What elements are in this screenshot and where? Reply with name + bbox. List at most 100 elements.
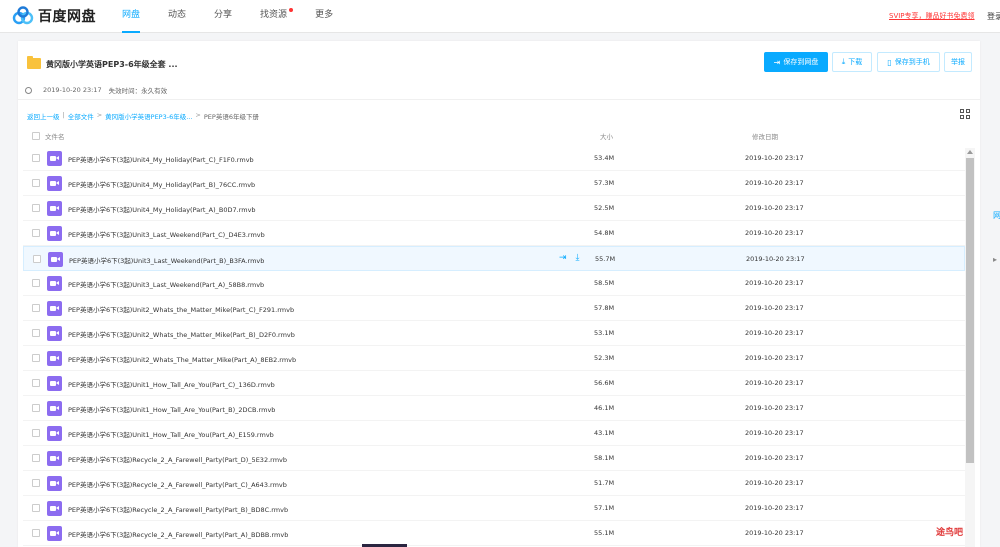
scrollbar-thumb[interactable]: [966, 158, 974, 463]
row-checkbox[interactable]: [32, 154, 40, 162]
svip-promo-link[interactable]: SVIP专享，赚品好书免费领: [889, 11, 975, 21]
table-row[interactable]: PEP英语小学6下(3起)Recycle_2_A_Farewell_Party(…: [23, 496, 965, 521]
file-name[interactable]: PEP英语小学6下(3起)Recycle_2_A_Farewell_Party(…: [68, 504, 288, 514]
table-row[interactable]: PEP英语小学6下(3起)Unit1_How_Tall_Are_You(Part…: [23, 396, 965, 421]
grid-view-icon[interactable]: [960, 109, 970, 119]
file-size: 58.5M: [594, 279, 615, 287]
video-file-icon: [47, 451, 62, 466]
file-name[interactable]: PEP英语小学6下(3起)Unit2_Whats_the_Matter_Mike…: [68, 304, 294, 314]
download-button-label: 下载: [848, 58, 863, 66]
file-name[interactable]: PEP英语小学6下(3起)Unit2_Whats_The_Matter_Mike…: [68, 354, 296, 364]
watermark-logo: 途鸟吧: [936, 528, 964, 538]
table-row[interactable]: PEP英语小学6下(3起)Recycle_2_A_Farewell_Party(…: [23, 521, 965, 546]
row-checkbox[interactable]: [32, 379, 40, 387]
table-row[interactable]: PEP英语小学6下(3起)Unit3_Last_Weekend(Part_B)_…: [23, 246, 965, 271]
row-checkbox[interactable]: [32, 429, 40, 437]
table-row[interactable]: PEP英语小学6下(3起)Unit4_My_Holiday(Part_C)_F1…: [23, 146, 965, 171]
file-date: 2019-10-20 23:17: [745, 179, 804, 187]
nav-item-1[interactable]: 动态: [168, 0, 186, 33]
table-row[interactable]: PEP英语小学6下(3起)Unit2_Whats_The_Matter_Mike…: [23, 346, 965, 371]
breadcrumb-parent-folder[interactable]: 黄冈版小学英语PEP3-6年级...: [105, 111, 192, 121]
file-name[interactable]: PEP英语小学6下(3起)Unit3_Last_Weekend(Part_B)_…: [69, 255, 264, 265]
video-file-icon: [47, 176, 62, 191]
table-row[interactable]: PEP英语小学6下(3起)Unit1_How_Tall_Are_You(Part…: [23, 371, 965, 396]
folder-icon: [27, 56, 41, 69]
nav-item-2[interactable]: 分享: [214, 0, 232, 33]
scrollbar[interactable]: [965, 148, 975, 547]
nav-item-4[interactable]: 更多: [315, 0, 333, 33]
file-name[interactable]: PEP英语小学6下(3起)Recycle_2_A_Farewell_Party(…: [68, 479, 287, 489]
video-file-icon: [47, 501, 62, 516]
row-checkbox[interactable]: [32, 479, 40, 487]
row-checkbox[interactable]: [32, 529, 40, 537]
video-file-icon: [47, 326, 62, 341]
nav-item-3[interactable]: 找资源: [260, 0, 294, 33]
save-icon: ⇥: [773, 57, 781, 67]
side-arrow-icon[interactable]: ▸: [993, 255, 997, 264]
table-row[interactable]: PEP英语小学6下(3起)Unit3_Last_Weekend(Part_A)_…: [23, 271, 965, 296]
report-button[interactable]: 举报: [944, 52, 972, 72]
row-checkbox[interactable]: [32, 229, 40, 237]
side-panel-tab[interactable]: 网: [993, 210, 1000, 221]
file-size: 52.3M: [594, 354, 615, 362]
file-date: 2019-10-20 23:17: [745, 329, 804, 337]
row-checkbox[interactable]: [32, 504, 40, 512]
table-row[interactable]: PEP英语小学6下(3起)Unit4_My_Holiday(Part_B)_76…: [23, 171, 965, 196]
row-checkbox[interactable]: [32, 279, 40, 287]
share-file-panel: 黄冈版小学英语PEP3-6年级全套 ... ⇥ 保存到网盘 ⤓ 下载 ▯ 保存到手机 …: [18, 41, 980, 547]
save-icon[interactable]: ⇥: [559, 253, 567, 263]
video-file-icon: [47, 351, 62, 366]
download-button[interactable]: ⤓ 下载: [832, 52, 872, 72]
select-all-checkbox[interactable]: [32, 132, 40, 140]
column-header-date[interactable]: 修改日期: [752, 131, 778, 141]
breadcrumb-all-files[interactable]: 全部文件: [68, 111, 94, 121]
file-name[interactable]: PEP英语小学6下(3起)Recycle_2_A_Farewell_Party(…: [68, 454, 287, 464]
row-checkbox[interactable]: [32, 329, 40, 337]
table-row[interactable]: PEP英语小学6下(3起)Recycle_2_A_Farewell_Party(…: [23, 471, 965, 496]
file-name[interactable]: PEP英语小学6下(3起)Unit3_Last_Weekend(Part_C)_…: [68, 229, 265, 239]
divider: [18, 99, 980, 100]
file-name[interactable]: PEP英语小学6下(3起)Unit1_How_Tall_Are_You(Part…: [68, 404, 275, 414]
file-name[interactable]: PEP英语小学6下(3起)Unit1_How_Tall_Are_You(Part…: [68, 379, 275, 389]
row-checkbox[interactable]: [32, 304, 40, 312]
row-actions: ⇥ ⤓: [559, 253, 589, 263]
logo-text: 百度网盘: [38, 9, 96, 25]
file-name[interactable]: PEP英语小学6下(3起)Unit4_My_Holiday(Part_B)_76…: [68, 179, 255, 189]
scroll-up-arrow-icon[interactable]: [967, 150, 973, 154]
login-link[interactable]: 登录: [987, 11, 1000, 22]
file-name[interactable]: PEP英语小学6下(3起)Unit3_Last_Weekend(Part_A)_…: [68, 279, 264, 289]
file-size: 57.8M: [594, 304, 615, 312]
column-header-size[interactable]: 大小: [600, 131, 613, 141]
notification-dot: [289, 8, 294, 12]
breadcrumb-back[interactable]: 返回上一级: [27, 111, 60, 121]
table-row[interactable]: PEP英语小学6下(3起)Unit2_Whats_the_Matter_Mike…: [23, 321, 965, 346]
file-name[interactable]: PEP英语小学6下(3起)Unit1_How_Tall_Are_You(Part…: [68, 429, 274, 439]
file-size: 53.1M: [594, 329, 615, 337]
row-checkbox[interactable]: [33, 255, 41, 263]
baidu-netdisk-logo[interactable]: 百度网盘: [12, 6, 96, 26]
table-row[interactable]: PEP英语小学6下(3起)Unit2_Whats_the_Matter_Mike…: [23, 296, 965, 321]
file-size: 55.1M: [594, 529, 615, 537]
file-date: 2019-10-20 23:17: [745, 229, 804, 237]
download-icon[interactable]: ⤓: [576, 253, 580, 263]
table-row[interactable]: PEP英语小学6下(3起)Unit4_My_Holiday(Part_A)_B0…: [23, 196, 965, 221]
row-checkbox[interactable]: [32, 404, 40, 412]
table-row[interactable]: PEP英语小学6下(3起)Unit3_Last_Weekend(Part_C)_…: [23, 221, 965, 246]
row-checkbox[interactable]: [32, 204, 40, 212]
table-row[interactable]: PEP英语小学6下(3起)Recycle_2_A_Farewell_Party(…: [23, 446, 965, 471]
file-name[interactable]: PEP英语小学6下(3起)Unit2_Whats_the_Matter_Mike…: [68, 329, 295, 339]
file-date: 2019-10-20 23:17: [745, 504, 804, 512]
nav-item-0[interactable]: 网盘: [122, 0, 141, 33]
video-file-icon: [47, 276, 62, 291]
column-header-name[interactable]: 文件名: [45, 131, 65, 141]
table-row[interactable]: PEP英语小学6下(3起)Unit1_How_Tall_Are_You(Part…: [23, 421, 965, 446]
file-name[interactable]: PEP英语小学6下(3起)Recycle_2_A_Farewell_Party(…: [68, 529, 288, 539]
file-name[interactable]: PEP英语小学6下(3起)Unit4_My_Holiday(Part_C)_F1…: [68, 154, 254, 164]
file-name[interactable]: PEP英语小学6下(3起)Unit4_My_Holiday(Part_A)_B0…: [68, 204, 256, 214]
video-file-icon: [47, 226, 62, 241]
save-to-phone-button[interactable]: ▯ 保存到手机: [877, 52, 940, 72]
row-checkbox[interactable]: [32, 179, 40, 187]
row-checkbox[interactable]: [32, 454, 40, 462]
row-checkbox[interactable]: [32, 354, 40, 362]
save-to-netdisk-button[interactable]: ⇥ 保存到网盘: [764, 52, 828, 72]
